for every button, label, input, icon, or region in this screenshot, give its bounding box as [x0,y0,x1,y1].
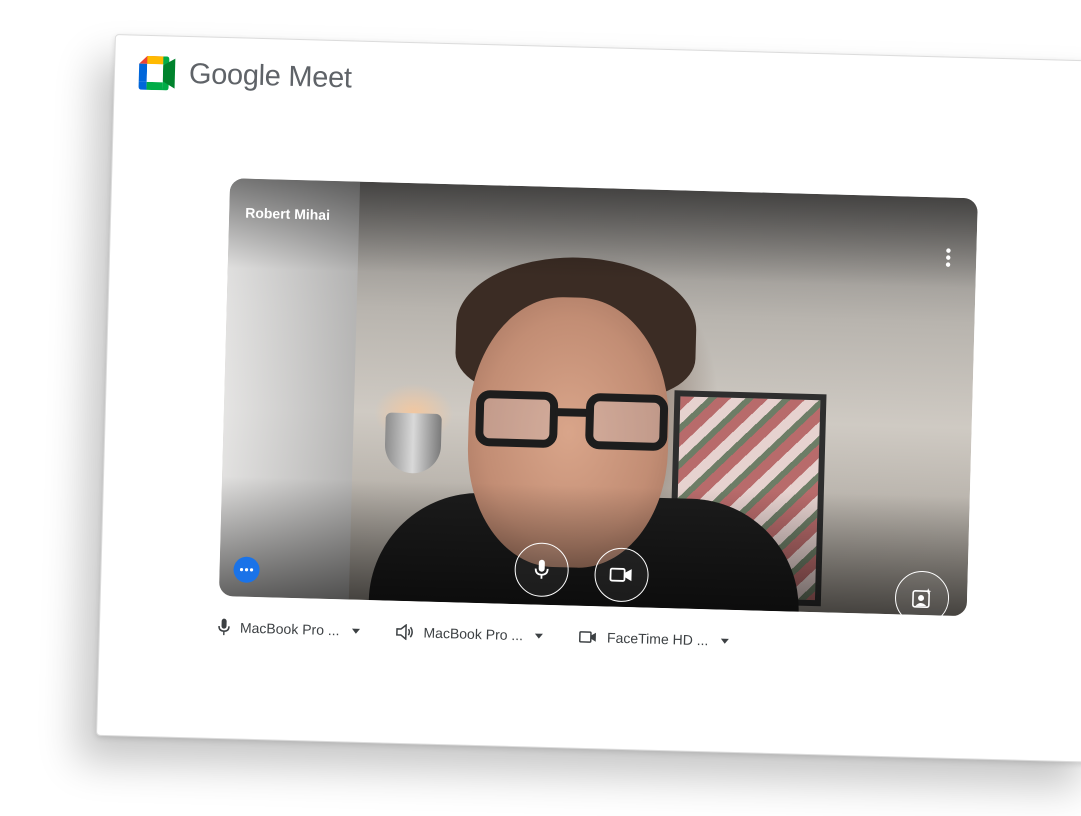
camera-icon [579,631,597,643]
camera-select[interactable]: FaceTime HD ... [579,628,729,650]
brand: Google Meet [137,55,353,96]
speaker-select-label: MacBook Pro ... [423,624,524,644]
brand-name: Google Meet [188,57,353,95]
meet-window: Google Meet Robert Mihai MacBook Pro ...… [96,34,1081,763]
camera-icon [609,567,632,582]
microphone-select-label: MacBook Pro ... [239,619,340,639]
person-glasses [474,389,669,455]
mic-icon [218,618,230,636]
glasses-lens-right [584,392,669,452]
brand-meet: Meet [287,60,353,94]
speaker-select[interactable]: MacBook Pro ... [395,623,544,645]
brand-google: Google [188,57,282,92]
chevron-down-icon [351,628,360,634]
camera-preview: Robert Mihai [218,178,978,617]
device-selectors: MacBook Pro ... MacBook Pro ... FaceTime… [218,618,729,650]
mic-icon [534,559,549,579]
chevron-down-icon [720,638,729,644]
more-vert-icon [945,248,951,267]
microphone-select[interactable]: MacBook Pro ... [218,618,360,640]
person-sparkle-icon [912,588,932,608]
speaker-icon [395,623,413,641]
participant-name: Robert Mihai [245,204,331,223]
more-horiz-icon [239,568,254,572]
camera-select-label: FaceTime HD ... [606,629,709,649]
preview-shade-bottom [218,476,970,617]
google-meet-logo [138,55,176,91]
glasses-lens-left [474,389,559,449]
chevron-down-icon [535,633,544,639]
background-lamp [384,412,442,474]
glasses-bridge [555,408,589,417]
stage: Google Meet Robert Mihai MacBook Pro ...… [0,0,1081,816]
more-options-button[interactable] [934,241,963,274]
